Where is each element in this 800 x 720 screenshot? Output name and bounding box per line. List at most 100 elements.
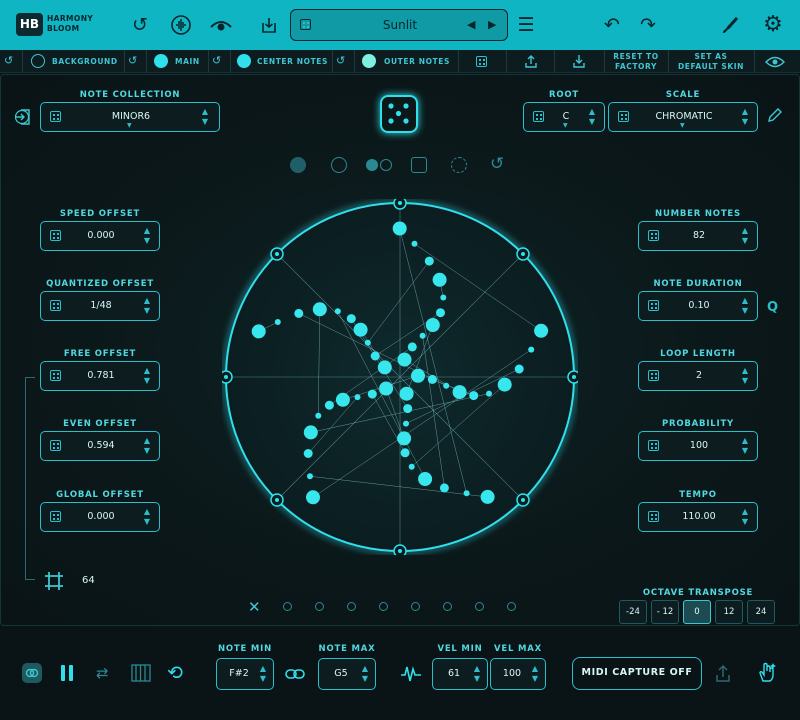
clear-steps-icon[interactable]: ✕ — [248, 598, 261, 616]
up-arrow-icon[interactable]: ▲ — [739, 227, 751, 235]
view-square-icon[interactable] — [411, 157, 427, 173]
up-arrow-icon[interactable]: ▲ — [141, 437, 153, 445]
quantize-toggle[interactable]: Q — [767, 300, 778, 315]
link-toggle-icon[interactable] — [22, 663, 42, 683]
brush-icon[interactable] — [716, 11, 744, 39]
export-skin-icon[interactable] — [523, 53, 539, 73]
view-reset-icon[interactable]: ↺ — [490, 154, 504, 174]
step-dot[interactable] — [283, 602, 292, 611]
octave-tab[interactable]: -24 — [619, 600, 647, 624]
down-arrow-icon[interactable]: ▼ — [739, 447, 751, 455]
settings-gear-icon[interactable]: ⚙ — [759, 11, 787, 39]
octave-tab[interactable]: - 12 — [651, 600, 679, 624]
octave-tab[interactable]: 12 — [715, 600, 743, 624]
step-dot[interactable] — [475, 602, 484, 611]
background-color-swatch[interactable] — [31, 54, 45, 68]
note-min-field[interactable]: F#2 ▲ ▼ — [216, 658, 274, 690]
reset-background-icon[interactable]: ↺ — [4, 54, 13, 67]
step-dot[interactable] — [411, 602, 420, 611]
reset-to-factory-button[interactable]: RESET TO FACTORY — [606, 52, 666, 71]
view-double-ring-icon[interactable] — [380, 159, 392, 171]
up-arrow-icon[interactable]: ▲ — [586, 108, 598, 116]
eye-fade-icon[interactable] — [207, 11, 235, 39]
dice-icon[interactable] — [533, 111, 544, 122]
down-arrow-icon[interactable]: ▼ — [529, 675, 541, 683]
step-dot[interactable] — [315, 602, 324, 611]
pencil-icon[interactable] — [766, 108, 782, 128]
shuffle-icon[interactable]: ⇄ — [96, 664, 109, 682]
preset-next-icon[interactable]: ▶ — [488, 18, 496, 31]
up-arrow-icon[interactable]: ▲ — [739, 437, 751, 445]
note-circle-visualizer[interactable] — [222, 199, 578, 555]
down-arrow-icon[interactable]: ▼ — [141, 518, 153, 526]
param-field[interactable]: 0.000 ▲ ▼ — [40, 502, 160, 532]
up-arrow-icon[interactable]: ▲ — [739, 508, 751, 516]
param-field[interactable]: 2 ▲ ▼ — [638, 361, 758, 391]
view-double-dot-icon[interactable] — [366, 159, 378, 171]
down-arrow-icon[interactable]: ▼ — [739, 118, 751, 126]
up-arrow-icon[interactable]: ▲ — [199, 108, 211, 116]
menu-icon[interactable]: ☰ — [512, 11, 540, 39]
down-arrow-icon[interactable]: ▼ — [739, 377, 751, 385]
vel-max-field[interactable]: 100 ▲ ▼ — [490, 658, 546, 690]
up-arrow-icon[interactable]: ▲ — [141, 227, 153, 235]
reset-main-icon[interactable]: ↺ — [128, 54, 137, 67]
octave-tab[interactable]: 24 — [747, 600, 775, 624]
down-arrow-icon[interactable]: ▼ — [739, 237, 751, 245]
step-dot[interactable] — [347, 602, 356, 611]
vel-min-field[interactable]: 61 ▲ ▼ — [432, 658, 488, 690]
down-arrow-icon[interactable]: ▼ — [471, 675, 483, 683]
save-preset-icon[interactable] — [255, 11, 283, 39]
down-arrow-icon[interactable]: ▼ — [141, 447, 153, 455]
view-filled-circle-icon[interactable] — [290, 157, 306, 173]
undo-icon[interactable]: ↶ — [598, 11, 626, 39]
param-field[interactable]: 82 ▲ ▼ — [638, 221, 758, 251]
midi-capture-button[interactable]: MIDI CAPTURE OFF — [572, 657, 702, 690]
view-dashed-circle-icon[interactable] — [451, 157, 467, 173]
view-ring-icon[interactable] — [331, 157, 347, 173]
down-arrow-icon[interactable]: ▼ — [739, 307, 751, 315]
reset-icon[interactable]: ↺ — [126, 11, 154, 39]
up-arrow-icon[interactable]: ▲ — [141, 297, 153, 305]
step-dot[interactable] — [443, 602, 452, 611]
preset-prev-icon[interactable]: ◀ — [467, 18, 475, 31]
center-notes-color-swatch[interactable] — [237, 54, 251, 68]
down-arrow-icon[interactable]: ▼ — [141, 307, 153, 315]
set-default-skin-button[interactable]: SET AS DEFAULT SKIN — [670, 52, 752, 71]
octave-tab[interactable]: 0 — [683, 600, 711, 624]
param-field[interactable]: 0.000 ▲ ▼ — [40, 221, 160, 251]
outer-notes-color-swatch[interactable] — [362, 54, 376, 68]
down-arrow-icon[interactable]: ▼ — [739, 518, 751, 526]
up-arrow-icon[interactable]: ▲ — [141, 367, 153, 375]
drag-midi-hand-icon[interactable] — [756, 661, 778, 687]
up-arrow-icon[interactable]: ▲ — [257, 665, 269, 673]
down-arrow-icon[interactable]: ▼ — [141, 237, 153, 245]
login-arrow-icon[interactable] — [14, 108, 32, 130]
main-color-swatch[interactable] — [154, 54, 168, 68]
param-field[interactable]: 100 ▲ ▼ — [638, 431, 758, 461]
param-field[interactable]: 0.10 ▲ ▼ — [638, 291, 758, 321]
note-collection-select[interactable]: MINOR6 ▼ ▲ ▼ — [40, 102, 220, 132]
redo-icon[interactable]: ↷ — [634, 11, 662, 39]
up-arrow-icon[interactable]: ▲ — [359, 665, 371, 673]
note-max-field[interactable]: G5 ▲ ▼ — [318, 658, 376, 690]
down-arrow-icon[interactable]: ▼ — [199, 118, 211, 126]
param-field[interactable]: 0.781 ▲ ▼ — [40, 361, 160, 391]
piano-keys-icon[interactable] — [131, 664, 151, 686]
grid-icon[interactable] — [44, 571, 64, 595]
random-skin-dice-icon[interactable] — [476, 56, 487, 67]
param-field[interactable]: 1/48 ▲ ▼ — [40, 291, 160, 321]
step-dot[interactable] — [379, 602, 388, 611]
step-dot[interactable] — [507, 602, 516, 611]
up-arrow-icon[interactable]: ▲ — [471, 665, 483, 673]
audio-wave-icon[interactable] — [167, 11, 195, 39]
down-arrow-icon[interactable]: ▼ — [586, 118, 598, 126]
export-midi-icon[interactable] — [713, 663, 733, 687]
reset-center-notes-icon[interactable]: ↺ — [212, 54, 221, 67]
up-arrow-icon[interactable]: ▲ — [141, 508, 153, 516]
down-arrow-icon[interactable]: ▼ — [359, 675, 371, 683]
param-field[interactable]: 110.00 ▲ ▼ — [638, 502, 758, 532]
pause-icon[interactable] — [61, 665, 65, 681]
reset-outer-notes-icon[interactable]: ↺ — [336, 54, 345, 67]
velocity-wave-icon[interactable] — [400, 663, 422, 687]
